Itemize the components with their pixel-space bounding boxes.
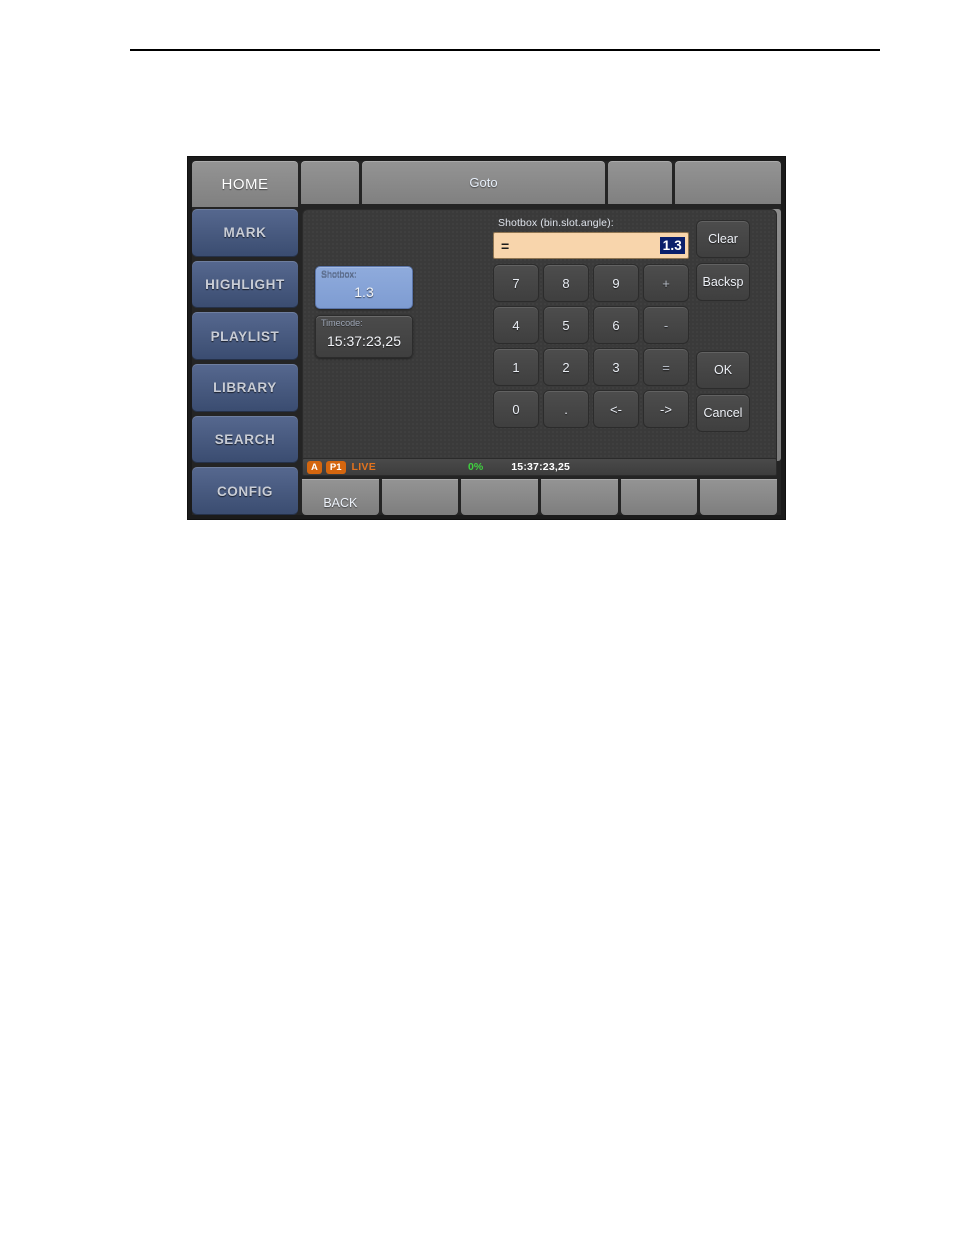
key-6[interactable]: 6	[593, 306, 639, 344]
top-tab-bar: HOME Goto	[192, 161, 781, 207]
timecode-readout: Timecode: 15:37:23,25	[315, 315, 413, 358]
key-arrow-left[interactable]: <-	[593, 390, 639, 428]
sidebar-item-library-label: LIBRARY	[213, 380, 277, 396]
back-button[interactable]: BACK	[302, 479, 379, 515]
bottom-button-bar: BACK	[302, 479, 778, 515]
sidebar-item-library[interactable]: LIBRARY	[192, 364, 298, 412]
shotbox-input[interactable]: = 1.3	[493, 232, 689, 259]
key-8[interactable]: 8	[543, 264, 589, 302]
tab-goto-label: Goto	[469, 175, 498, 190]
sidebar-item-highlight[interactable]: HIGHLIGHT	[192, 260, 298, 309]
timecode-readout-value: 15:37:23,25	[327, 333, 401, 349]
tab-goto[interactable]: Goto	[362, 161, 605, 204]
key-2[interactable]: 2	[543, 348, 589, 386]
shotbox-readout-caption: Shotbox:	[321, 269, 357, 279]
key-decimal[interactable]: .	[543, 390, 589, 428]
key-plus[interactable]: +	[643, 264, 689, 302]
dialog-action-column: Clear Backsp OK Cancel	[696, 220, 750, 437]
sidebar-item-playlist-label: PLAYLIST	[210, 328, 280, 344]
key-0[interactable]: 0	[493, 390, 539, 428]
status-badge-player: P1	[325, 460, 346, 474]
status-timecode: 15:37:23,25	[511, 461, 571, 473]
clear-button[interactable]: Clear	[696, 220, 750, 258]
tab-home-label: HOME	[221, 175, 269, 193]
key-4[interactable]: 4	[493, 306, 539, 344]
key-7[interactable]: 7	[493, 264, 539, 302]
sidebar-item-config-label: CONFIG	[216, 483, 274, 499]
sidebar-item-playlist[interactable]: PLAYLIST	[192, 312, 298, 361]
bottom-button-6[interactable]	[700, 479, 778, 515]
shotbox-readout-value: 1.3	[354, 284, 374, 300]
sidebar: MARK HIGHLIGHT PLAYLIST LIBRARY SEARCH C…	[192, 209, 298, 516]
bottom-button-3[interactable]	[461, 479, 539, 515]
shotbox-input-value: 1.3	[659, 237, 685, 254]
tab-blank-1[interactable]	[301, 161, 359, 204]
page-header-rule	[130, 49, 880, 51]
status-bar: A P1 LIVE 0% 15:37:23,25	[302, 458, 777, 476]
sidebar-item-search-label: SEARCH	[214, 432, 276, 448]
status-badge-channel: A	[307, 460, 322, 474]
sidebar-item-mark-label: MARK	[223, 225, 267, 241]
backspace-button[interactable]: Backsp	[696, 263, 750, 301]
key-1[interactable]: 1	[493, 348, 539, 386]
tab-home[interactable]: HOME	[192, 161, 298, 207]
ok-button[interactable]: OK	[696, 351, 750, 389]
device-screen: HOME Goto MARK HIGHLIGHT PLAYLIST LIBRAR…	[192, 161, 781, 516]
device-screenshot-frame: HOME Goto MARK HIGHLIGHT PLAYLIST LIBRAR…	[187, 156, 786, 520]
tab-blank-3[interactable]	[675, 161, 781, 204]
sidebar-item-mark[interactable]: MARK	[192, 209, 298, 257]
key-arrow-right[interactable]: ->	[643, 390, 689, 428]
key-minus[interactable]: -	[643, 306, 689, 344]
shotbox-input-operator: =	[501, 237, 510, 254]
tab-blank-2[interactable]	[608, 161, 672, 204]
key-5[interactable]: 5	[543, 306, 589, 344]
status-progress: 0%	[468, 461, 484, 473]
sidebar-item-highlight-label: HIGHLIGHT	[205, 277, 285, 292]
timecode-readout-caption: Timecode:	[321, 318, 363, 328]
shotbox-field-label: Shotbox (bin.slot.angle):	[498, 217, 614, 229]
sidebar-item-config[interactable]: CONFIG	[192, 467, 298, 516]
bottom-button-4[interactable]	[541, 479, 618, 515]
bottom-button-5[interactable]	[620, 479, 698, 515]
key-equals[interactable]: =	[643, 348, 689, 386]
numeric-keypad: 7 8 9 + 4 5 6 - 1 2 3 = 0 . <- ->	[493, 264, 689, 428]
goto-dialog: Shotbox (bin.slot.angle): = 1.3 Shotbox:…	[302, 209, 777, 466]
key-9[interactable]: 9	[593, 264, 639, 302]
cancel-button[interactable]: Cancel	[696, 394, 750, 432]
shotbox-readout: Shotbox: 1.3	[315, 266, 413, 309]
status-mode: LIVE	[351, 461, 377, 473]
bottom-button-2[interactable]	[381, 479, 459, 515]
key-3[interactable]: 3	[593, 348, 639, 386]
sidebar-item-search[interactable]: SEARCH	[192, 415, 298, 464]
